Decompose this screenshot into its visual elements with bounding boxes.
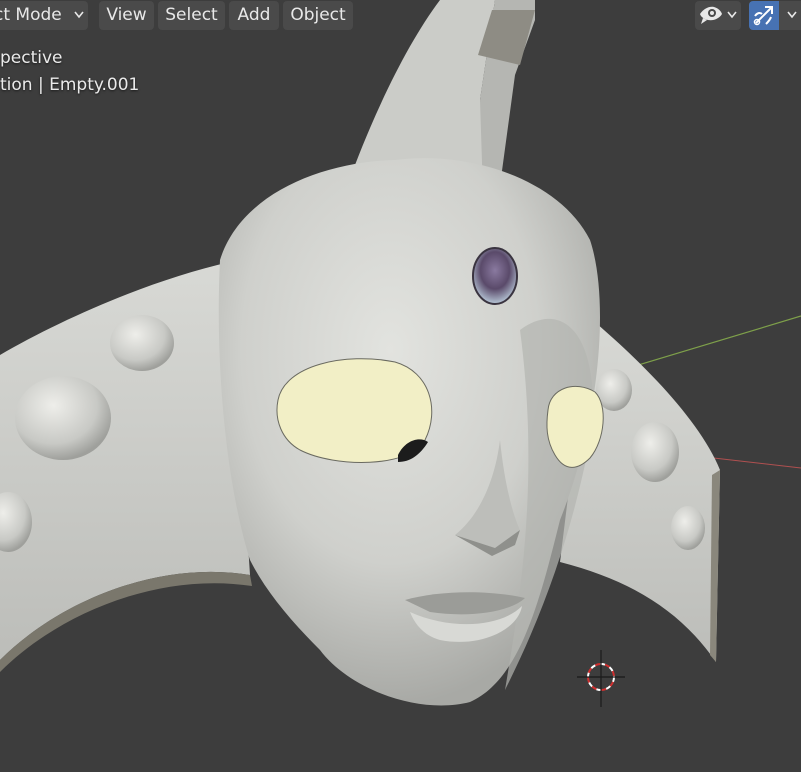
chevron-down-icon bbox=[727, 11, 737, 19]
collection-object-label: tion | Empty.001 bbox=[0, 75, 140, 95]
stud bbox=[631, 422, 679, 482]
menu-select[interactable]: Select bbox=[158, 1, 225, 30]
view-perspective-label: pective bbox=[0, 48, 63, 68]
visibility-dropdown[interactable] bbox=[695, 1, 741, 30]
gizmo-dropdown[interactable] bbox=[779, 1, 801, 30]
menu-object[interactable]: Object bbox=[283, 1, 353, 30]
gizmo-arrow-icon bbox=[753, 6, 773, 26]
eye-icon bbox=[700, 6, 722, 24]
mode-dropdown[interactable]: ct Mode bbox=[0, 1, 88, 30]
mode-dropdown-label: ct Mode bbox=[0, 5, 62, 25]
mask-3d-model[interactable] bbox=[0, 0, 801, 772]
menu-add[interactable]: Add bbox=[229, 1, 279, 30]
menu-view-label: View bbox=[106, 5, 147, 25]
forehead-gem bbox=[472, 247, 518, 305]
stud bbox=[110, 315, 174, 371]
menu-select-label: Select bbox=[165, 5, 218, 25]
menu-add-label: Add bbox=[237, 5, 271, 25]
head-fin bbox=[355, 0, 498, 180]
stud bbox=[671, 506, 705, 550]
stud bbox=[15, 376, 111, 460]
menu-view[interactable]: View bbox=[99, 1, 154, 30]
menu-object-label: Object bbox=[290, 5, 346, 25]
gizmo-toggle[interactable] bbox=[749, 1, 779, 30]
chevron-down-icon bbox=[787, 11, 797, 19]
3d-viewport[interactable]: ct Mode View Select Add Object pective t… bbox=[0, 0, 801, 772]
3d-cursor-icon bbox=[577, 650, 625, 707]
chevron-down-icon bbox=[74, 11, 84, 19]
